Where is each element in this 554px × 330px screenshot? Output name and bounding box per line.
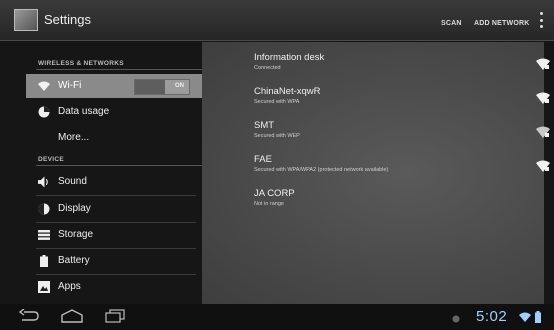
network-status: Not in range bbox=[254, 201, 284, 207]
sidebar-item-wifi[interactable]: Wi-Fi ON bbox=[26, 74, 202, 98]
add-network-button[interactable]: ADD NETWORK bbox=[474, 20, 529, 27]
network-item[interactable]: FAE Secured with WPA/WPA2 (protected net… bbox=[254, 154, 550, 184]
sidebar-item-display[interactable]: Display bbox=[26, 197, 202, 221]
network-status: Connected bbox=[254, 65, 281, 71]
network-item[interactable]: JA CORP Not in range bbox=[254, 188, 534, 218]
sidebar-item-label: Storage bbox=[58, 229, 94, 240]
section-header-device: DEVICE bbox=[38, 156, 65, 163]
network-name: ChinaNet-xqwR bbox=[254, 86, 321, 97]
home-icon[interactable] bbox=[60, 309, 84, 323]
page-title: Settings bbox=[44, 12, 91, 27]
wifi-toggle[interactable]: ON bbox=[134, 79, 190, 95]
network-name: SMT bbox=[254, 120, 275, 131]
network-item[interactable]: ChinaNet-xqwR Secured with WPA bbox=[254, 86, 550, 116]
storage-icon bbox=[38, 229, 50, 241]
action-bar: Settings SCAN ADD NETWORK bbox=[0, 0, 554, 41]
network-status: Secured with WPA bbox=[254, 99, 300, 105]
network-status: Secured with WEP bbox=[254, 133, 300, 139]
network-name: Information desk bbox=[254, 52, 325, 63]
wifi-lock-icon bbox=[536, 160, 550, 172]
sidebar-item-data-usage[interactable]: Data usage bbox=[26, 100, 202, 124]
section-divider bbox=[36, 69, 202, 70]
sidebar-item-label: Wi-Fi bbox=[58, 80, 82, 91]
wifi-lock-icon bbox=[536, 126, 550, 138]
sidebar-item-more[interactable]: More... bbox=[26, 126, 202, 150]
wifi-network-list: Information desk Connected ChinaNet-xqwR… bbox=[202, 42, 550, 304]
wifi-icon bbox=[38, 80, 50, 92]
sidebar-item-label: Battery bbox=[58, 255, 90, 266]
notification-icon[interactable] bbox=[452, 315, 460, 323]
sidebar-item-label: Sound bbox=[58, 176, 87, 187]
sidebar-item-label: Apps bbox=[58, 281, 81, 292]
settings-app-icon[interactable] bbox=[14, 9, 38, 31]
sound-icon bbox=[38, 176, 50, 188]
display-icon bbox=[38, 203, 50, 215]
sidebar-item-battery[interactable]: Battery bbox=[26, 249, 202, 273]
network-name: JA CORP bbox=[254, 188, 295, 199]
battery-icon bbox=[38, 255, 50, 267]
network-name: FAE bbox=[254, 154, 272, 165]
recent-apps-icon[interactable] bbox=[104, 309, 126, 323]
scan-button[interactable]: SCAN bbox=[441, 20, 462, 27]
item-divider bbox=[36, 195, 196, 196]
sidebar-item-label: More... bbox=[58, 132, 90, 143]
data-usage-icon bbox=[38, 106, 50, 118]
sidebar-item-sound[interactable]: Sound bbox=[26, 170, 202, 194]
wifi-status-icon bbox=[519, 312, 531, 322]
sidebar-item-apps[interactable]: Apps bbox=[26, 275, 202, 299]
toggle-state: ON bbox=[175, 83, 184, 89]
status-clock[interactable]: 5:02 bbox=[476, 308, 507, 325]
settings-sidebar: WIRELESS & NETWORKS Wi-Fi ON Data usage … bbox=[26, 42, 202, 304]
wifi-signal-icon bbox=[536, 58, 550, 70]
network-item[interactable]: Information desk Connected bbox=[254, 52, 550, 82]
section-header-wireless: WIRELESS & NETWORKS bbox=[38, 60, 124, 67]
section-divider bbox=[36, 165, 202, 166]
wifi-lock-icon bbox=[536, 92, 550, 104]
back-icon[interactable] bbox=[18, 309, 40, 323]
battery-status-icon bbox=[535, 311, 541, 323]
sidebar-item-label: Display bbox=[58, 203, 91, 214]
system-bar: 5:02 bbox=[0, 304, 554, 330]
sidebar-item-storage[interactable]: Storage bbox=[26, 223, 202, 247]
network-item[interactable]: SMT Secured with WEP bbox=[254, 120, 550, 150]
apps-icon bbox=[38, 281, 50, 293]
network-status: Secured with WPA/WPA2 (protected network… bbox=[254, 167, 389, 173]
sidebar-item-label: Data usage bbox=[58, 106, 110, 117]
overflow-menu-icon[interactable] bbox=[540, 12, 543, 28]
